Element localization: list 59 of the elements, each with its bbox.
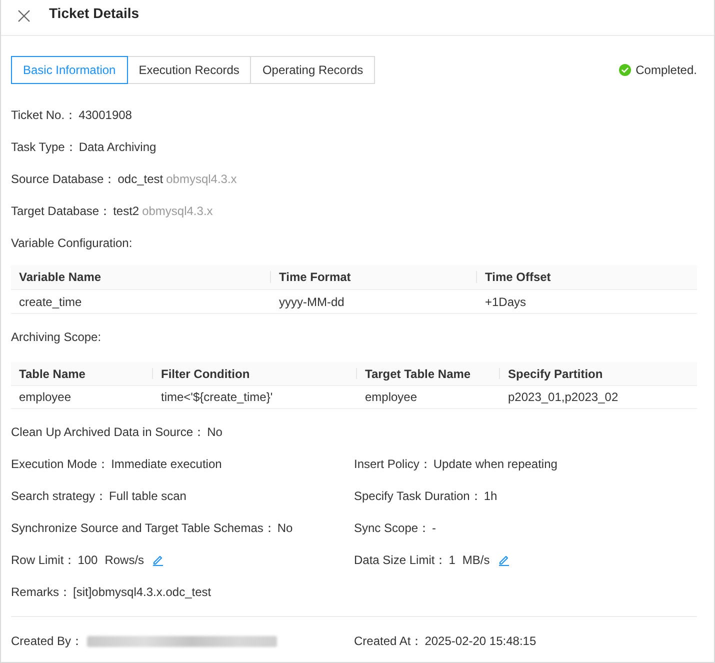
field-label: Clean Up Archived Data in Source： <box>11 424 206 441</box>
field-value: [sit]obmysql4.3.x.odc_test <box>73 584 212 601</box>
field-label: Search strategy： <box>11 488 108 505</box>
table-cell: employee <box>357 386 500 409</box>
field-label: Task Type： <box>11 139 77 156</box>
table-cell: p2023_01,p2023_02 <box>500 386 697 409</box>
table-cell: yyyy-MM-dd <box>271 290 477 314</box>
field-label: Specify Task Duration： <box>354 488 482 505</box>
field-label: Created By： <box>11 633 84 650</box>
column-header: Specify Partition <box>500 362 697 386</box>
table-cell: create_time <box>11 290 271 314</box>
field-value: 2025-02-20 15:48:15 <box>424 633 536 650</box>
field-label: Insert Policy： <box>354 456 432 473</box>
panel-title: Ticket Details <box>49 4 140 23</box>
field-label: Execution Mode： <box>11 456 110 473</box>
field-label: Data Size Limit： <box>354 552 447 569</box>
field-label: Row Limit： <box>11 552 76 569</box>
column-header: Time Format <box>271 265 477 290</box>
field-value: No <box>277 520 293 537</box>
field-value: No <box>207 424 222 441</box>
section-label: Archiving Scope: <box>11 329 102 346</box>
close-icon[interactable] <box>18 10 30 22</box>
tab[interactable]: Execution Records <box>126 56 252 84</box>
edit-icon[interactable] <box>498 554 510 566</box>
edit-icon[interactable] <box>152 554 164 566</box>
field-label: Synchronize Source and Target Table Schemas： <box>11 520 276 537</box>
field-label: Target Database： <box>11 203 112 220</box>
field-value: odc_test <box>118 171 164 188</box>
field-value: 1h <box>484 488 498 505</box>
field-value: test2 <box>113 203 140 220</box>
section-label: Variable Configuration: <box>11 235 132 252</box>
field-value: 1 <box>448 552 456 569</box>
column-header: Variable Name <box>11 265 271 290</box>
field-value: 100 <box>78 552 98 569</box>
column-header: Time Offset <box>477 265 697 290</box>
database-type: obmysql4.3.x <box>142 203 213 220</box>
table-cell: time<'${create_time}' <box>153 386 357 409</box>
field-value: Immediate execution <box>111 456 222 473</box>
field-label: Ticket No.： <box>11 107 77 124</box>
check-circle-icon <box>618 64 631 76</box>
field-label: Source Database： <box>11 171 116 188</box>
field-value: Full table scan <box>109 488 186 505</box>
table-cell: +1Days <box>477 290 697 314</box>
field-label: Remarks： <box>11 584 72 601</box>
tab[interactable]: Operating Records <box>250 56 376 84</box>
column-header: Table Name <box>11 362 153 386</box>
field-value: 43001908 <box>78 107 132 124</box>
column-header: Filter Condition <box>153 362 357 386</box>
database-type: obmysql4.3.x <box>166 171 237 188</box>
unit-text: Rows/s <box>104 552 144 569</box>
field-value: Update when repeating <box>433 456 558 473</box>
field-value: - <box>432 520 436 537</box>
field-label: Sync Scope： <box>354 520 430 537</box>
unit-text: MB/s <box>462 552 490 569</box>
status-text: Completed. <box>636 62 697 79</box>
field-value: Data Archiving <box>78 139 156 156</box>
column-header: Target Table Name <box>357 362 500 386</box>
field-label: Created At： <box>354 633 423 650</box>
table-cell: employee <box>11 386 153 409</box>
